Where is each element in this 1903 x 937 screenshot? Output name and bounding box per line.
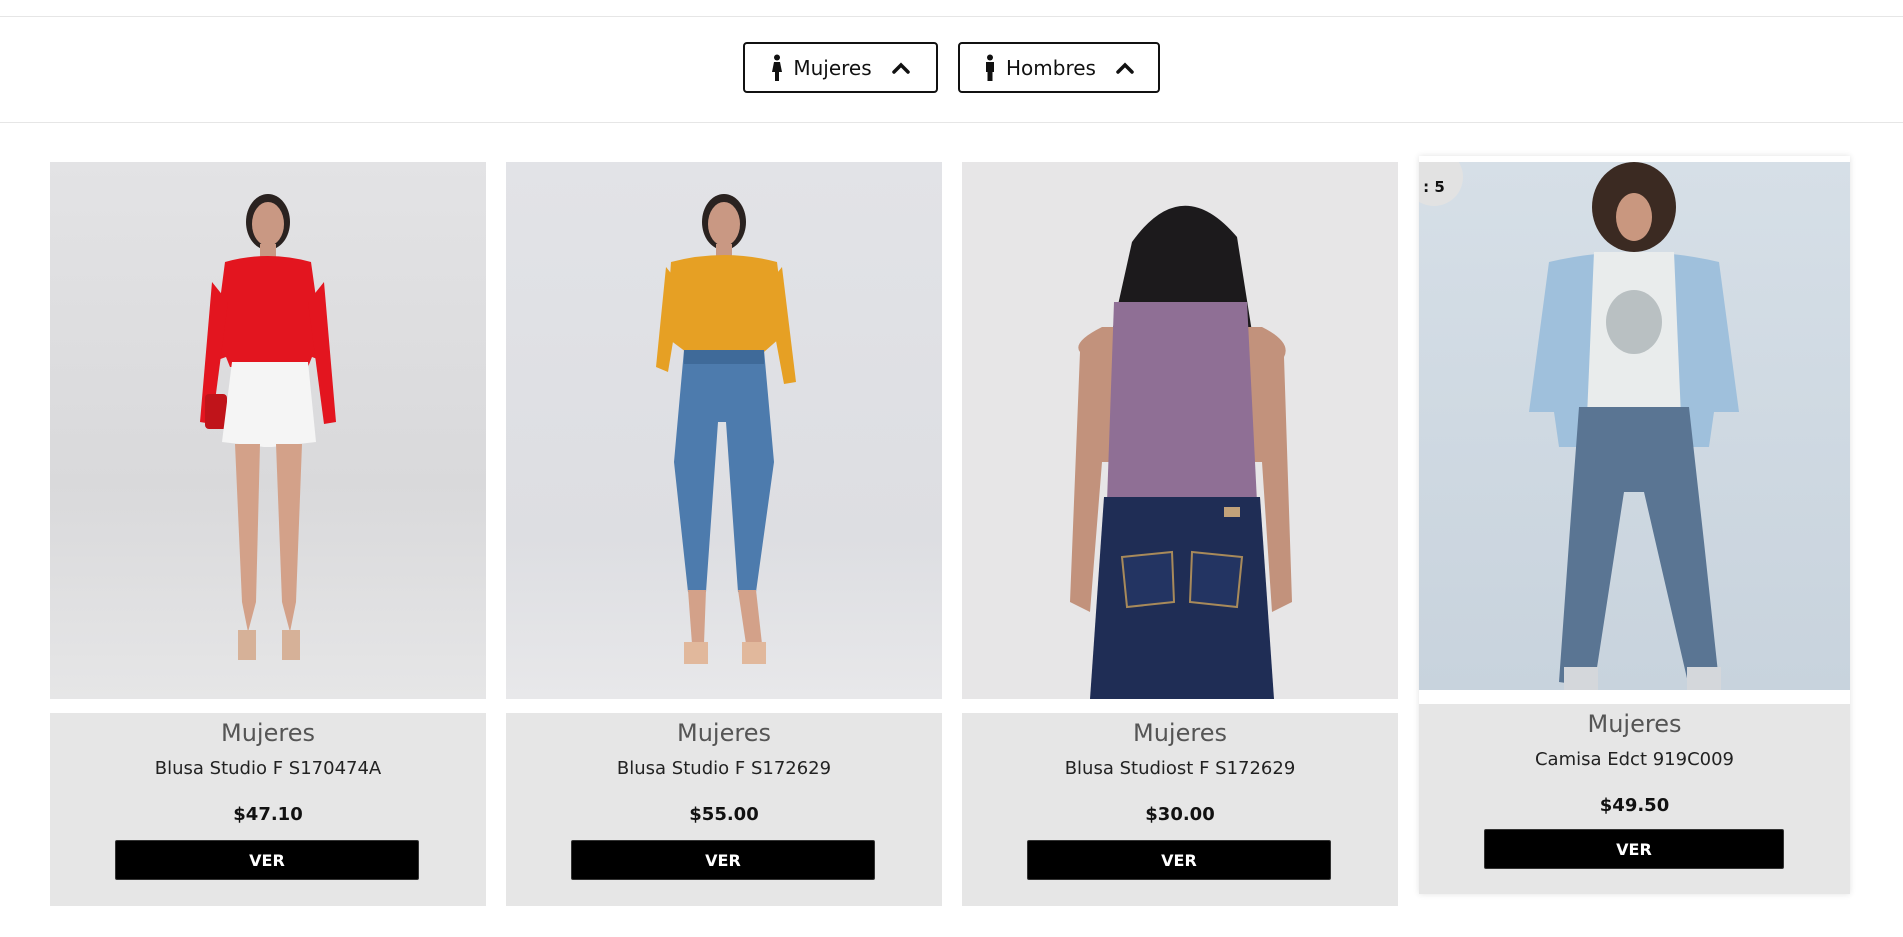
product-price: $55.00 xyxy=(689,804,759,825)
product-card[interactable]: Mujeres Blusa Studio F S172629 $55.00 VE… xyxy=(506,162,942,906)
product-info: Mujeres Blusa Studiost F S172629 $30.00 … xyxy=(962,713,1398,906)
ver-button[interactable]: VER xyxy=(1484,829,1784,869)
product-name[interactable]: Blusa Studiost F S172629 xyxy=(962,758,1398,779)
product-grid: Mujeres Blusa Studio F S170474A $47.10 V… xyxy=(0,0,1903,937)
model-denim-jacket xyxy=(1529,162,1739,690)
product-card[interactable]: Mujeres Blusa Studio F S170474A $47.10 V… xyxy=(50,162,486,906)
product-card[interactable]: Mujeres Blusa Studiost F S172629 $30.00 … xyxy=(962,162,1398,906)
product-image[interactable]: : 5 xyxy=(1419,156,1850,696)
product-category: Mujeres xyxy=(221,719,315,747)
product-info: Mujeres Blusa Studio F S172629 $55.00 VE… xyxy=(506,713,942,906)
model-red-top-white-shorts xyxy=(200,194,336,660)
product-name[interactable]: Blusa Studio F S170474A xyxy=(50,758,486,779)
product-name[interactable]: Blusa Studio F S172629 xyxy=(506,758,942,779)
product-price: $47.10 xyxy=(233,804,303,825)
product-name[interactable]: Camisa Edct 919C009 xyxy=(1419,749,1850,770)
product-image[interactable] xyxy=(962,162,1398,699)
model-back-purple-top xyxy=(1070,205,1292,699)
product-info: Mujeres Blusa Studio F S170474A $47.10 V… xyxy=(50,713,486,906)
ver-button[interactable]: VER xyxy=(1027,840,1331,880)
model-yellow-blouse-jeans xyxy=(656,194,796,664)
product-category: Mujeres xyxy=(1133,719,1227,747)
product-image[interactable] xyxy=(506,162,942,699)
product-card[interactable]: : 5 Mujeres Camisa Edct 919C009 $49.50 V… xyxy=(1419,156,1850,894)
ver-button[interactable]: VER xyxy=(115,840,419,880)
ver-button[interactable]: VER xyxy=(571,840,875,880)
product-image[interactable] xyxy=(50,162,486,699)
product-category: Mujeres xyxy=(1587,710,1682,738)
product-info: Mujeres Camisa Edct 919C009 $49.50 VER xyxy=(1419,704,1850,894)
product-price: $30.00 xyxy=(1145,804,1215,825)
product-price: $49.50 xyxy=(1599,795,1670,816)
product-category: Mujeres xyxy=(677,719,771,747)
